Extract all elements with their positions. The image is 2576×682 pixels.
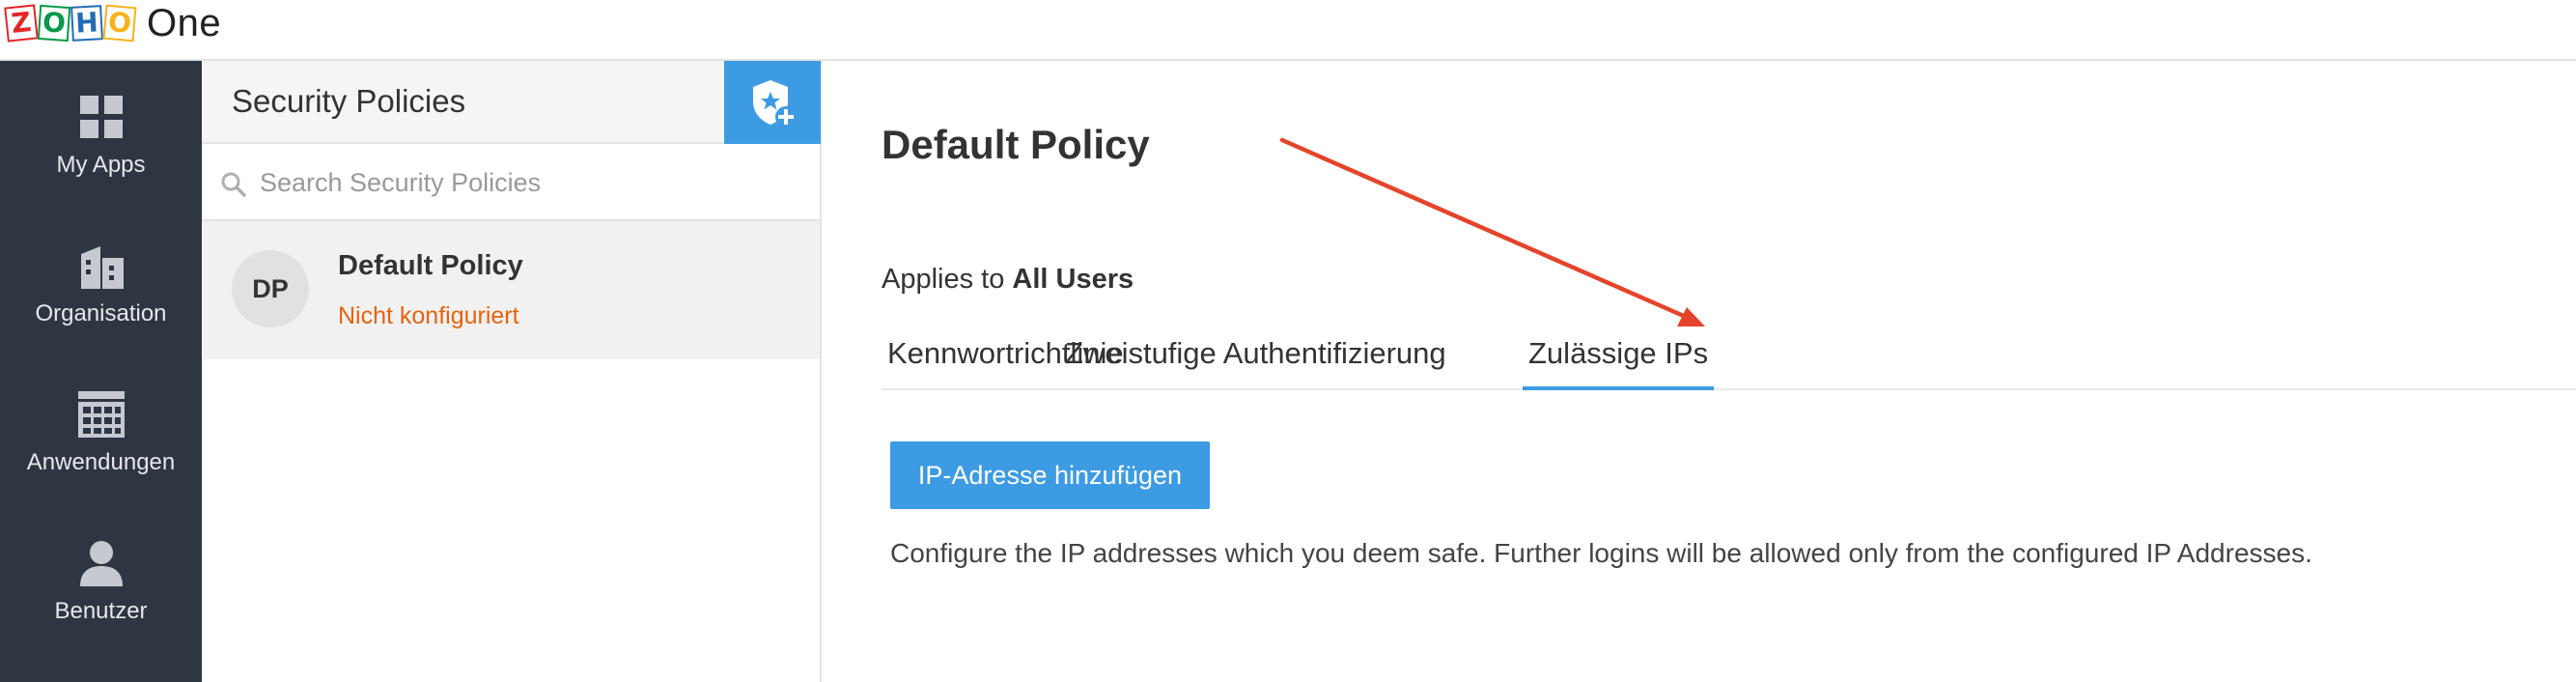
building-icon xyxy=(80,246,124,289)
search-icon xyxy=(221,172,246,197)
security-policies-panel: Security Policies DP Default Policy Nich… xyxy=(202,61,822,682)
top-bar: Z O H O One xyxy=(0,0,2576,61)
applies-value: All Users xyxy=(1012,264,1134,295)
nav-item-anwendungen[interactable]: Anwendungen xyxy=(0,385,202,511)
policy-detail: Default Policy Applies to All Users Kenn… xyxy=(824,61,2576,682)
add-policy-button[interactable] xyxy=(724,61,821,144)
logo-letter: O xyxy=(102,4,137,43)
nav-item-benutzer[interactable]: Benutzer xyxy=(0,534,202,660)
left-navigation: My Apps Organisation Anwendungen Benutze… xyxy=(0,61,202,682)
add-ip-address-button[interactable]: IP-Adresse hinzufügen xyxy=(890,441,1210,509)
search-input[interactable] xyxy=(260,163,800,202)
zoho-one-logo[interactable]: Z O H O One xyxy=(4,1,222,44)
shield-star-plus-icon xyxy=(753,80,797,128)
logo-letter: O xyxy=(37,4,71,43)
policy-list-item[interactable]: DP Default Policy Nicht konfiguriert xyxy=(202,221,820,359)
logo-letter: Z xyxy=(4,4,39,43)
grid-icon xyxy=(79,96,123,138)
policy-status: Nicht konfiguriert xyxy=(338,302,519,329)
tab-zweistufige-authentifizierung[interactable]: Zweistufige Authentifizierung xyxy=(1065,327,1446,390)
applies-to: Applies to All Users xyxy=(882,264,1134,296)
policy-tabs: Kennwortrichtlinie Zweistufige Authentif… xyxy=(882,327,2576,390)
user-icon xyxy=(79,541,123,586)
policy-avatar: DP xyxy=(232,250,309,327)
search-bar xyxy=(202,144,820,221)
apps-calendar-icon xyxy=(77,391,125,438)
applies-prefix: Applies to xyxy=(882,264,1005,295)
nav-label: Organisation xyxy=(35,300,167,327)
panel-title: Security Policies xyxy=(232,83,466,119)
ip-description: Configure the IP addresses which you dee… xyxy=(890,538,2312,568)
logo-letter: H xyxy=(70,5,103,42)
nav-label: Anwendungen xyxy=(26,449,176,475)
page-title: Default Policy xyxy=(882,122,1150,167)
tab-zulaessige-ips[interactable]: Zulässige IPs xyxy=(1523,327,1715,390)
nav-label: My Apps xyxy=(56,152,146,178)
nav-label: Benutzer xyxy=(54,598,148,624)
product-name: One xyxy=(147,1,222,44)
nav-item-my-apps[interactable]: My Apps xyxy=(0,88,202,213)
panel-header: Security Policies xyxy=(202,61,821,144)
nav-item-organisation[interactable]: Organisation xyxy=(0,237,202,362)
policy-name: Default Policy xyxy=(338,250,523,281)
